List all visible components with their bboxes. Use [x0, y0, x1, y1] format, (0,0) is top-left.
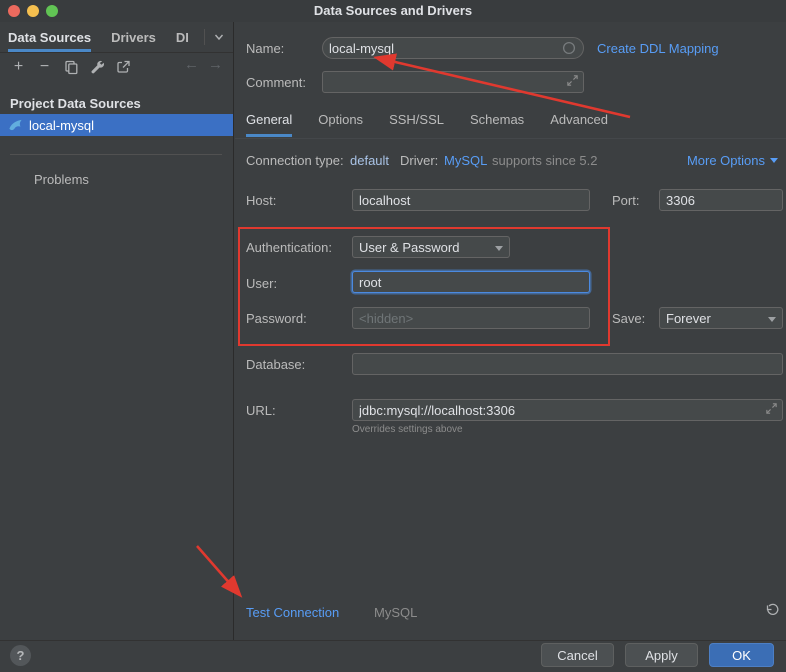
title-bar: Data Sources and Drivers	[0, 0, 786, 22]
copy-icon[interactable]	[62, 59, 79, 76]
chevron-down-icon[interactable]	[212, 30, 226, 44]
chevron-down-icon	[495, 246, 503, 251]
database-input[interactable]	[352, 353, 783, 375]
database-label: Database:	[246, 357, 306, 372]
chevron-down-icon	[770, 158, 778, 163]
tab-drivers[interactable]: Drivers	[111, 23, 156, 52]
sidebar: Data Sources Drivers DI + − ← → Project …	[0, 22, 234, 640]
user-input[interactable]	[352, 271, 590, 293]
back-icon[interactable]: ←	[184, 56, 199, 73]
port-label: Port:	[612, 193, 640, 208]
add-icon[interactable]: +	[10, 58, 27, 76]
export-icon[interactable]	[114, 59, 131, 76]
save-value: Forever	[666, 310, 711, 326]
user-label: User:	[246, 276, 278, 291]
save-select[interactable]: Forever	[659, 307, 783, 329]
ok-button[interactable]: OK	[709, 643, 774, 667]
cancel-button[interactable]: Cancel	[541, 643, 614, 667]
tab-ddl-truncated[interactable]: DI	[176, 23, 189, 52]
comment-input[interactable]	[322, 71, 584, 93]
host-label: Host:	[246, 193, 277, 208]
tab-separator	[204, 29, 205, 45]
name-label: Name:	[246, 41, 285, 56]
apply-button[interactable]: Apply	[625, 643, 698, 667]
test-connection-link[interactable]: Test Connection	[246, 605, 339, 620]
password-label: Password:	[246, 311, 307, 326]
tab-schemas[interactable]: Schemas	[470, 112, 524, 137]
host-input[interactable]	[352, 189, 590, 211]
more-options-link[interactable]: More Options	[687, 153, 778, 168]
tab-bar-rule	[235, 138, 786, 139]
sidebar-item-label: local-mysql	[29, 117, 95, 133]
help-button[interactable]: ?	[10, 645, 31, 666]
data-sources-dialog: Data Sources and Drivers Data Sources Dr…	[0, 0, 786, 672]
url-label: URL:	[246, 403, 276, 418]
undo-icon[interactable]	[764, 602, 780, 618]
port-input[interactable]	[659, 189, 783, 211]
sidebar-item-local-mysql[interactable]: local-mysql	[0, 114, 233, 136]
wrench-icon[interactable]	[88, 59, 105, 76]
driver-name-text: MySQL	[374, 605, 418, 620]
tab-data-sources[interactable]: Data Sources	[8, 23, 92, 52]
authentication-label: Authentication:	[246, 240, 333, 255]
tab-advanced[interactable]: Advanced	[550, 112, 608, 137]
tab-general[interactable]: General	[246, 112, 293, 137]
create-ddl-mapping-link[interactable]: Create DDL Mapping	[597, 41, 719, 56]
mysql-dolphin-icon	[8, 118, 23, 133]
password-input[interactable]	[352, 307, 590, 329]
url-note: Overrides settings above	[352, 424, 463, 435]
authentication-select[interactable]: User & Password	[352, 236, 510, 258]
save-label: Save:	[612, 311, 646, 326]
tab-options[interactable]: Options	[318, 112, 363, 137]
sidebar-item-problems[interactable]: Problems	[34, 172, 89, 187]
more-options-label: More Options	[686, 153, 765, 168]
chevron-down-icon	[768, 317, 776, 322]
tab-ssh-ssl[interactable]: SSH/SSL	[389, 112, 444, 137]
connection-type-label: Connection type:	[246, 153, 344, 168]
comment-label: Comment:	[246, 75, 306, 90]
forward-icon[interactable]: →	[208, 56, 223, 73]
url-input[interactable]	[352, 399, 783, 421]
project-data-sources-heading: Project Data Sources	[10, 96, 141, 111]
driver-label: Driver:	[400, 153, 439, 168]
remove-icon[interactable]: −	[36, 58, 53, 76]
connection-type-value[interactable]: default	[350, 153, 389, 168]
window-title: Data Sources and Drivers	[313, 3, 473, 18]
name-input[interactable]	[322, 37, 584, 59]
sidebar-tab-bar: Data Sources Drivers DI	[0, 22, 233, 53]
sidebar-divider	[10, 154, 222, 155]
driver-note: supports since 5.2	[492, 153, 598, 168]
authentication-value: User & Password	[359, 239, 460, 255]
settings-tab-bar: General Options SSH/SSL Schemas Advanced	[246, 112, 608, 137]
driver-value-link[interactable]: MySQL	[444, 153, 487, 168]
